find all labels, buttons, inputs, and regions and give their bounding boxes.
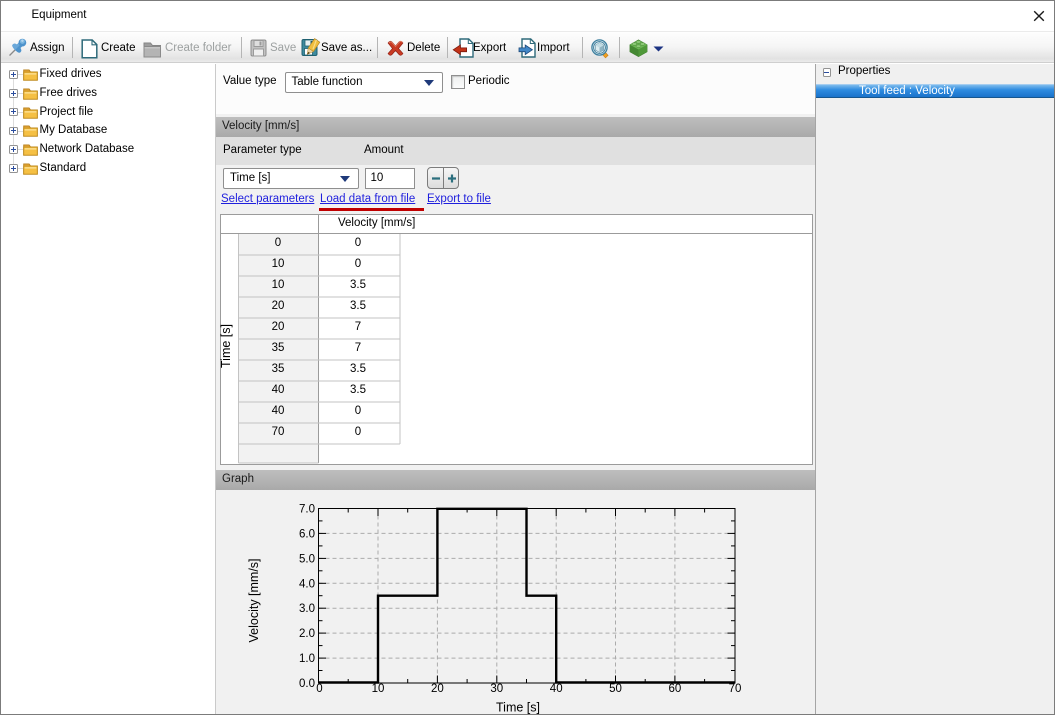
svg-text:4.0: 4.0: [299, 578, 315, 590]
svg-text:2.0: 2.0: [299, 628, 315, 640]
svg-text:6.0: 6.0: [299, 528, 315, 540]
svg-text:5.0: 5.0: [299, 553, 315, 565]
svg-text:Velocity [mm/s]: Velocity [mm/s]: [247, 558, 261, 642]
svg-text:Time [s]: Time [s]: [496, 701, 540, 715]
svg-text:10: 10: [372, 683, 385, 695]
svg-text:0: 0: [316, 683, 322, 695]
svg-text:70: 70: [729, 683, 742, 695]
svg-text:7.0: 7.0: [299, 504, 315, 516]
svg-text:3.0: 3.0: [299, 603, 315, 615]
svg-text:1.0: 1.0: [299, 653, 315, 665]
svg-text:50: 50: [609, 683, 622, 695]
svg-text:20: 20: [431, 683, 444, 695]
svg-text:40: 40: [550, 683, 563, 695]
svg-text:0.0: 0.0: [299, 678, 315, 690]
svg-text:60: 60: [669, 683, 682, 695]
svg-text:30: 30: [490, 683, 503, 695]
